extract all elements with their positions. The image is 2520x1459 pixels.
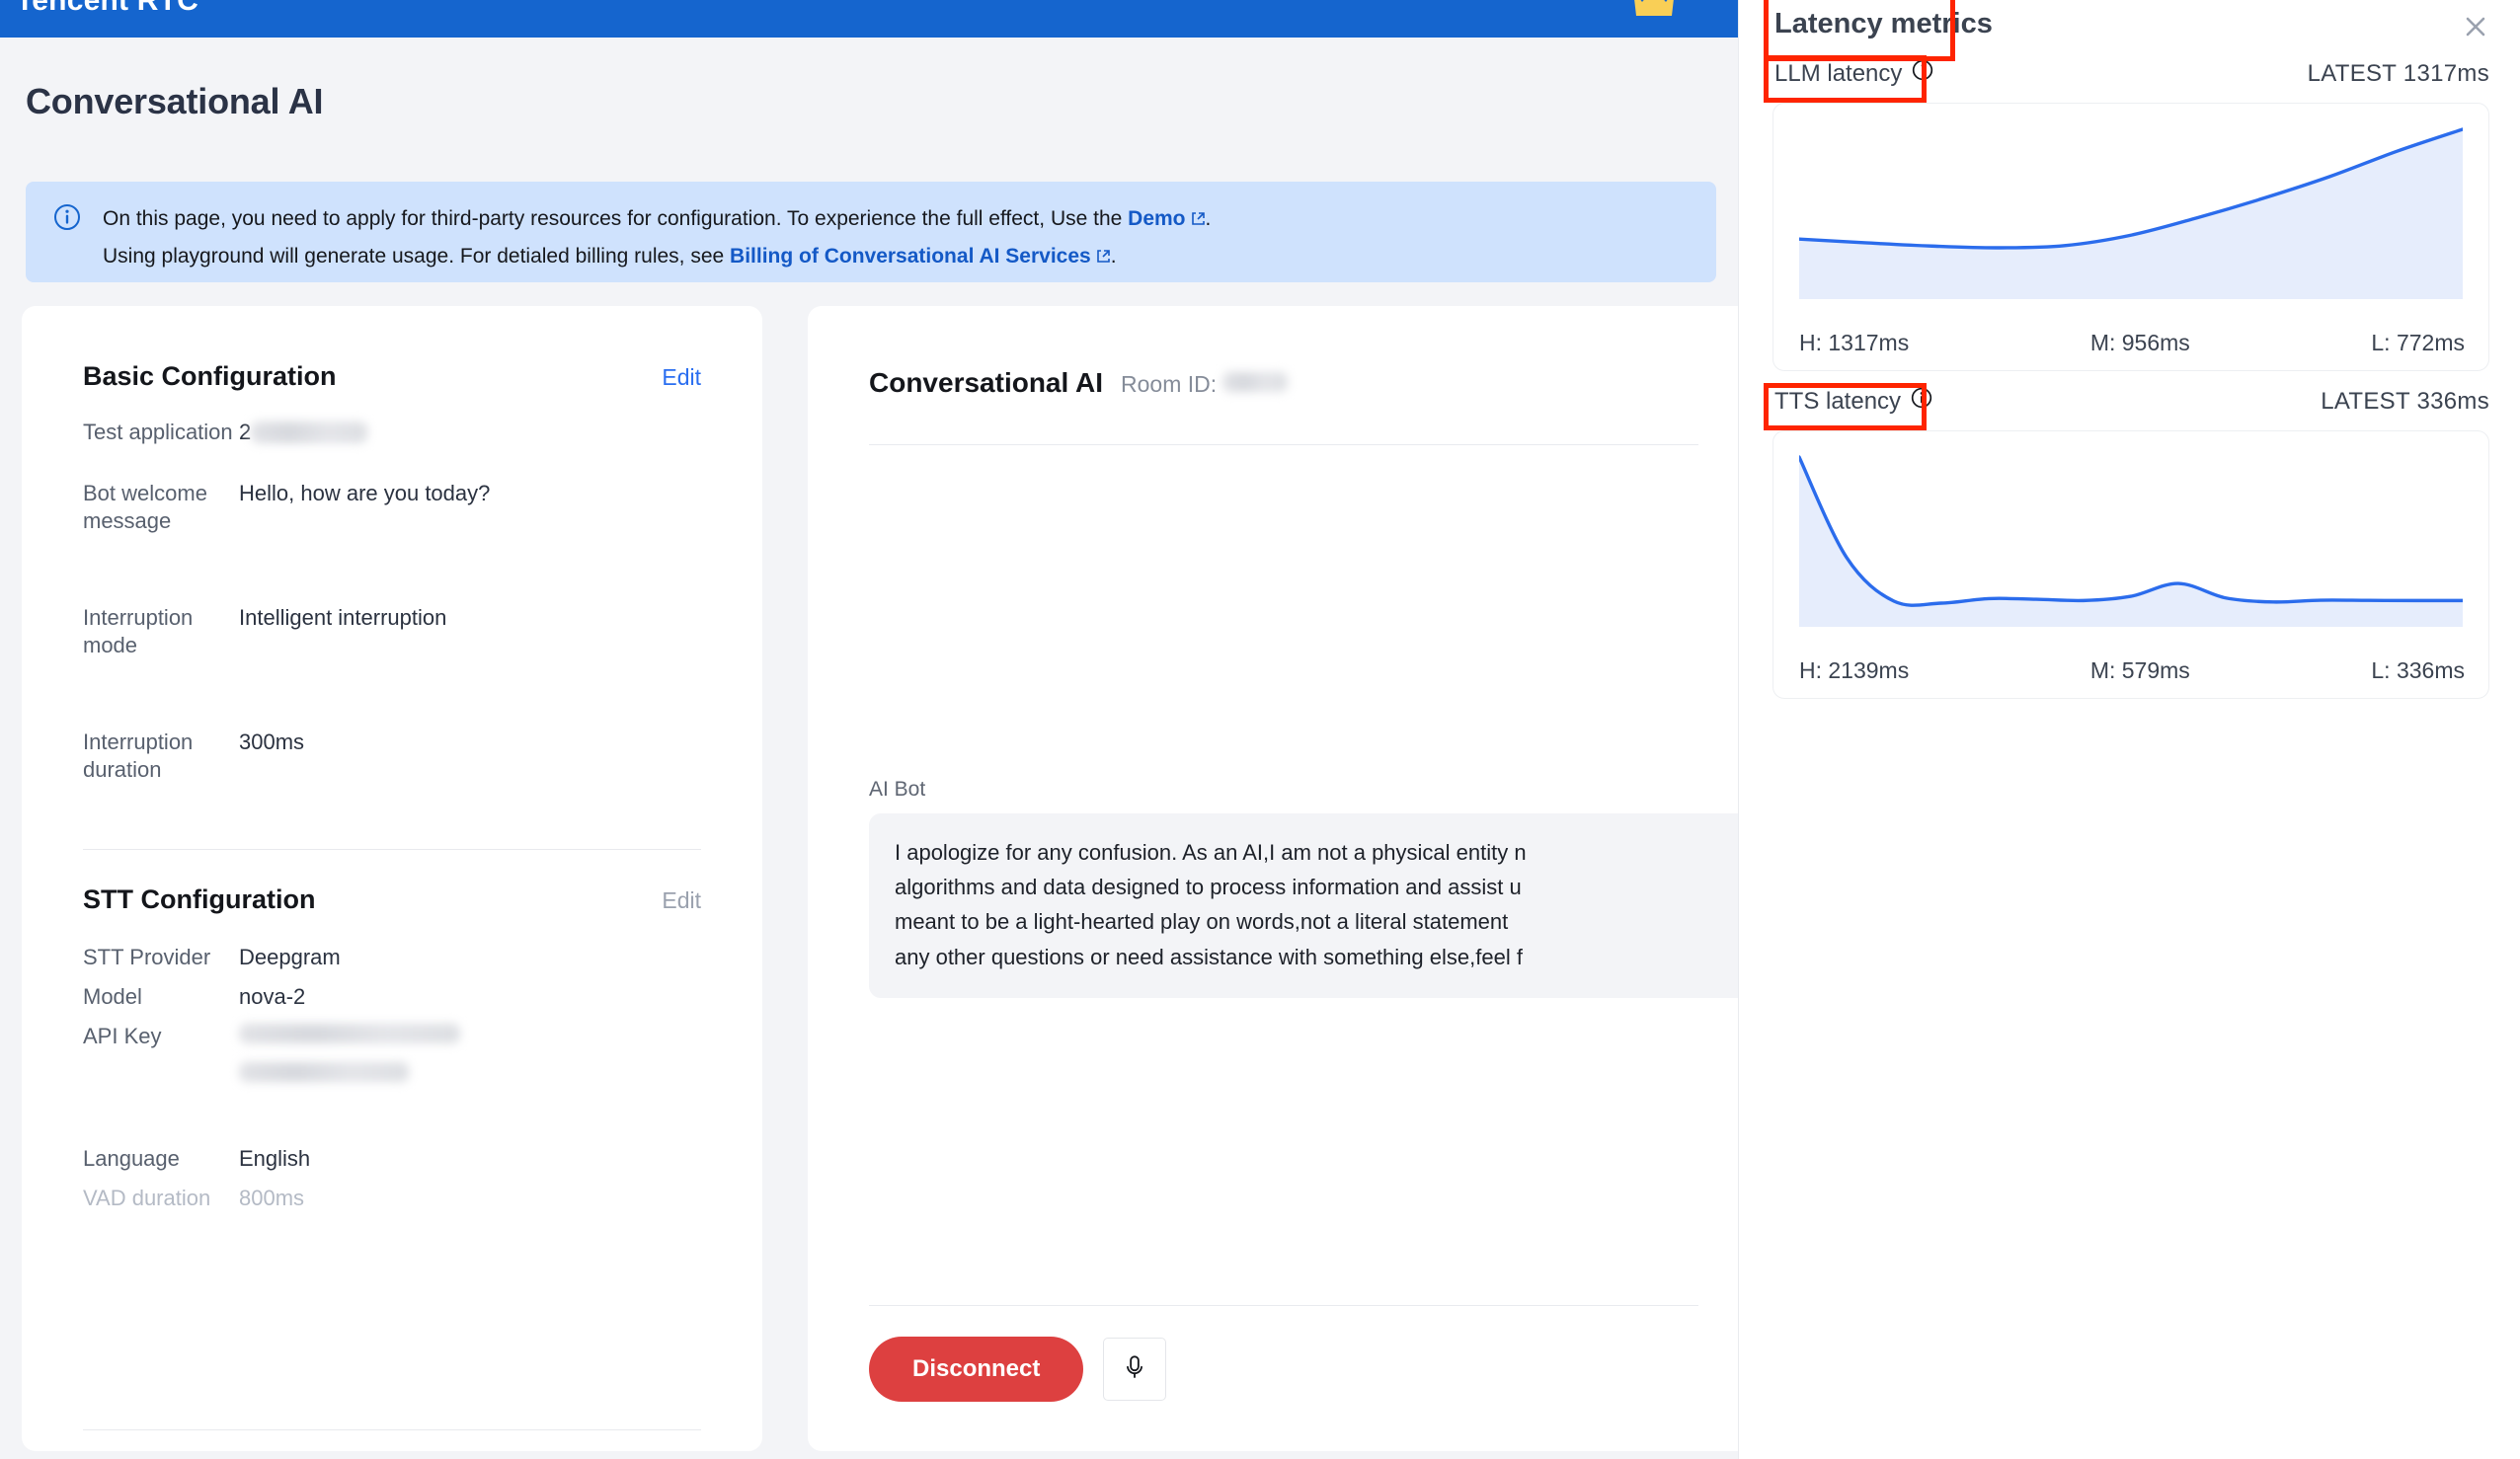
info-circle-icon[interactable] — [1911, 387, 1932, 416]
info-circle-icon — [53, 203, 81, 231]
basic-configuration-title: Basic Configuration — [83, 361, 337, 391]
basic-configuration-edit-button[interactable]: Edit — [662, 364, 701, 391]
conversation-title: Conversational AI — [869, 367, 1104, 398]
llm-latency-chart — [1799, 121, 2463, 299]
stt-configuration-edit-button[interactable]: Edit — [662, 887, 701, 914]
llm-latest-value: LATEST 1317ms — [2307, 59, 2489, 87]
llm-low-stat: L: 772ms — [2371, 330, 2465, 355]
notice-banner: On this page, you need to apply for thir… — [26, 182, 1716, 282]
crown-icon — [1631, 0, 1677, 24]
microphone-toggle-button[interactable] — [1103, 1338, 1167, 1401]
row-value: 300ms — [239, 730, 305, 754]
notice-line-two: Using playground will generate usage. Fo… — [103, 243, 1117, 269]
main-app-area: Tencent RTC Conversational AI On this pa… — [0, 0, 1738, 1459]
stt-configuration-header: STT Configuration Edit — [83, 884, 701, 915]
redacted-room-id — [1222, 372, 1289, 392]
tts-latency-chart-card: H: 2139ms M: 579ms L: 336ms — [1772, 430, 2489, 699]
notice-text-1b: . — [1205, 207, 1212, 230]
row-value: 800ms — [239, 1186, 305, 1210]
section-divider — [83, 849, 701, 850]
row-key: Language — [83, 1146, 180, 1171]
external-link-icon — [1191, 206, 1206, 225]
ai-message-bubble: I apologize for any confusion. As an AI,… — [869, 813, 1738, 998]
notice-text-2b: . — [1110, 245, 1117, 268]
tts-latency-chart — [1799, 449, 2463, 627]
conversation-card: Conversational AI Room ID: AI Bot I apol… — [808, 306, 1738, 1451]
panel-title: Latency metrics — [1774, 8, 1993, 39]
room-id: Room ID: — [1121, 371, 1289, 398]
row-interruption-duration: Interruption duration 300ms — [83, 729, 715, 784]
tts-latency-title: TTS latency — [1774, 387, 1902, 415]
tts-low-stat: L: 336ms — [2371, 657, 2465, 683]
billing-link[interactable]: Billing of Conversational AI Services — [730, 245, 1091, 268]
room-id-label: Room ID: — [1121, 371, 1218, 397]
notice-text-2a: Using playground will generate usage. Fo… — [103, 245, 731, 268]
section-divider — [83, 1429, 701, 1430]
row-key: STT Provider — [83, 945, 211, 969]
tts-latency-label: TTS latency — [1774, 387, 1932, 416]
header-divider — [869, 444, 1698, 445]
row-value: 2 — [239, 419, 715, 446]
redacted-value — [239, 1062, 409, 1083]
message-speaker-label: AI Bot — [869, 778, 926, 801]
latency-metrics-panel: Latency metrics LLM latency LATEST 1317m… — [1738, 0, 2520, 1459]
close-icon[interactable] — [2459, 10, 2492, 43]
llm-high-stat: H: 1317ms — [1799, 330, 1910, 355]
row-key: Model — [83, 984, 142, 1009]
row-bot-welcome-message: Bot welcome message Hello, how are you t… — [83, 480, 715, 535]
notice-text-1a: On this page, you need to apply for thir… — [103, 207, 1129, 230]
row-value — [239, 1023, 715, 1089]
info-circle-icon[interactable] — [1912, 59, 1933, 88]
row-value: nova-2 — [239, 984, 306, 1009]
llm-latency-header: LLM latency LATEST 1317ms — [1774, 59, 2489, 88]
llm-latency-title: LLM latency — [1774, 59, 1903, 87]
ai-message-text: I apologize for any confusion. As an AI,… — [895, 840, 1527, 969]
configuration-card: Basic Configuration Edit Test applicatio… — [22, 306, 762, 1451]
row-vad-duration: VAD duration 800ms — [83, 1185, 715, 1212]
conversation-header: Conversational AI Room ID: — [869, 367, 1289, 399]
row-value: Deepgram — [239, 945, 341, 969]
microphone-icon — [1120, 1352, 1149, 1387]
row-test-application: Test application 2 — [83, 419, 715, 446]
llm-mid-stat: M: 956ms — [2089, 330, 2190, 355]
row-key: Interruption duration — [83, 730, 194, 783]
row-value: Intelligent interruption — [239, 605, 447, 630]
row-language: Language English — [83, 1145, 715, 1173]
redacted-value — [251, 422, 368, 443]
row-interruption-mode: Interruption mode Intelligent interrupti… — [83, 604, 715, 659]
tts-latency-header: TTS latency LATEST 336ms — [1774, 387, 2489, 416]
tts-chart-stats: H: 2139ms M: 579ms L: 336ms — [1799, 657, 2465, 684]
stt-configuration-title: STT Configuration — [83, 884, 316, 914]
row-value: English — [239, 1146, 311, 1171]
row-model: Model nova-2 — [83, 983, 715, 1011]
page-title: Conversational AI — [26, 81, 324, 121]
demo-link[interactable]: Demo — [1128, 207, 1185, 230]
tts-mid-stat: M: 579ms — [2089, 657, 2190, 683]
row-key: VAD duration — [83, 1186, 211, 1210]
conversation-controls: Disconnect — [869, 1337, 1167, 1402]
basic-configuration-header: Basic Configuration Edit — [83, 361, 701, 392]
redacted-value — [239, 1024, 460, 1043]
controls-divider — [869, 1305, 1698, 1306]
row-key: Bot welcome message — [83, 481, 207, 534]
notice-line-one: On this page, you need to apply for thir… — [103, 205, 1211, 232]
row-value: Hello, how are you today? — [239, 481, 491, 505]
llm-latency-chart-card: H: 1317ms M: 956ms L: 772ms — [1772, 103, 2489, 371]
row-stt-provider: STT Provider Deepgram — [83, 944, 715, 971]
top-header-bar: Tencent RTC — [0, 0, 1738, 38]
brand-logo-text: Tencent RTC — [16, 0, 198, 17]
llm-chart-stats: H: 1317ms M: 956ms L: 772ms — [1799, 330, 2465, 356]
row-api-key: API Key — [83, 1023, 715, 1089]
llm-latency-label: LLM latency — [1774, 59, 1933, 88]
row-key: Interruption mode — [83, 605, 194, 658]
tts-latest-value: LATEST 336ms — [2321, 387, 2489, 415]
disconnect-button[interactable]: Disconnect — [869, 1337, 1084, 1402]
row-key: Test application — [83, 420, 233, 444]
row-key: API Key — [83, 1024, 162, 1048]
external-link-icon — [1096, 244, 1111, 263]
tts-high-stat: H: 2139ms — [1799, 657, 1910, 683]
